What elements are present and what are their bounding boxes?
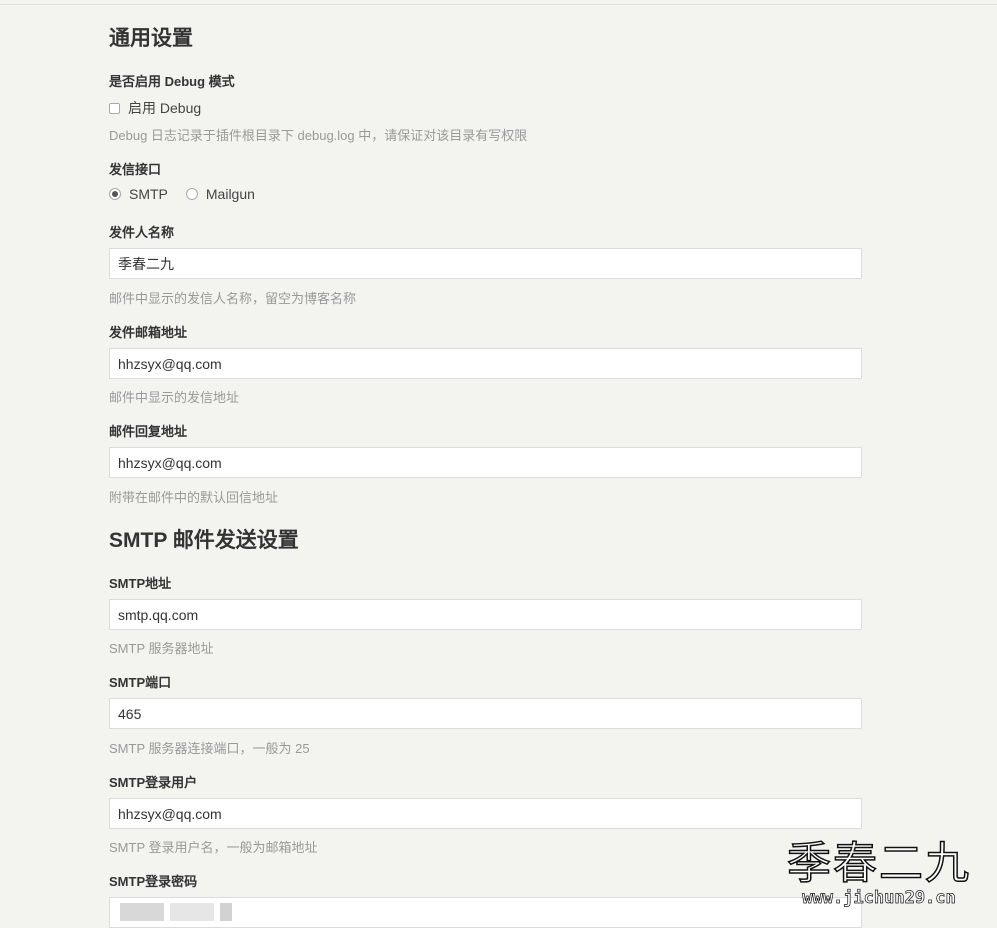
from-name-input[interactable] (109, 248, 862, 279)
smtp-port-help-text: SMTP 服务器连接端口，一般为 25 (109, 741, 310, 756)
smtp-user-help-text: SMTP 登录用户名，一般为邮箱地址 (109, 840, 318, 855)
watermark-url: www.jichun29.cn (802, 888, 956, 909)
mailgun-radio-label[interactable]: Mailgun (206, 186, 255, 202)
from-email-help-text: 邮件中显示的发信地址 (109, 390, 240, 405)
watermark: 季春二九 www.jichun29.cn (786, 838, 971, 909)
smtp-host-help-text: SMTP 服务器地址 (109, 641, 214, 656)
smtp-radio[interactable] (109, 188, 121, 200)
reply-to-help-text: 附带在邮件中的默认回信地址 (109, 490, 279, 505)
mailgun-radio[interactable] (185, 188, 198, 200)
smtp-user-label: SMTP登录用户 (109, 775, 198, 790)
smtp-radio-label[interactable]: SMTP (129, 186, 168, 202)
watermark-text: 季春二九 (786, 838, 971, 889)
smtp-port-label: SMTP端口 (109, 675, 172, 690)
general-settings-title: 通用设置 (109, 27, 193, 50)
smtp-settings-title: SMTP 邮件发送设置 (109, 529, 299, 552)
smtp-password-label: SMTP登录密码 (109, 874, 198, 889)
from-email-label: 发件邮箱地址 (109, 325, 188, 340)
from-email-input[interactable] (109, 348, 862, 379)
reply-to-label: 邮件回复地址 (109, 424, 188, 439)
password-blur-mask (120, 903, 164, 921)
password-blur-mask (220, 903, 232, 921)
top-divider (0, 4, 997, 5)
smtp-port-input[interactable] (109, 698, 862, 729)
from-name-help-text: 邮件中显示的发信人名称，留空为博客名称 (109, 291, 357, 306)
smtp-host-label: SMTP地址 (109, 576, 172, 591)
from-name-label: 发件人名称 (109, 225, 175, 240)
reply-to-input[interactable] (109, 447, 862, 478)
debug-help-text: Debug 日志记录于插件根目录下 debug.log 中，请保证对该目录有写权… (109, 128, 528, 143)
smtp-host-input[interactable] (109, 599, 862, 630)
debug-checkbox-label: 启用 Debug (128, 100, 202, 116)
debug-mode-label: 是否启用 Debug 模式 (109, 74, 235, 89)
smtp-user-input[interactable] (109, 798, 862, 829)
mailer-label: 发信接口 (109, 162, 162, 177)
debug-checkbox[interactable] (109, 102, 120, 114)
debug-enable-option[interactable]: 启用 Debug (109, 98, 201, 118)
smtp-password-input[interactable] (109, 897, 862, 928)
mailer-radio-group: SMTP Mailgun (109, 186, 273, 202)
password-blur-mask (170, 903, 214, 921)
